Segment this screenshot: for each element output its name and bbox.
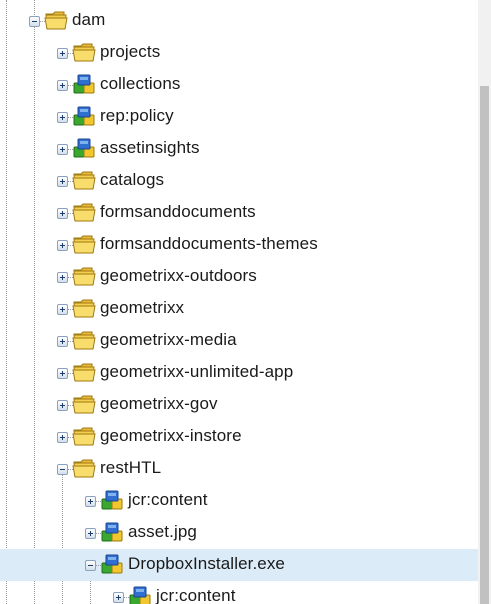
- folder-icon: [71, 265, 97, 287]
- node-icon: [127, 585, 153, 604]
- tree-node-label[interactable]: formsanddocuments: [100, 202, 256, 222]
- expand-toggle-icon[interactable]: [57, 368, 68, 379]
- folder-icon: [71, 425, 97, 447]
- tree-node-label[interactable]: geometrixx-instore: [100, 426, 242, 446]
- tree-node-label[interactable]: catalogs: [100, 170, 164, 190]
- tree-node-label[interactable]: jcr:content: [128, 490, 208, 510]
- folder-icon: [71, 329, 97, 351]
- tree-node-label[interactable]: geometrixx-unlimited-app: [100, 362, 293, 382]
- folder-icon: [71, 297, 97, 319]
- expand-toggle-icon[interactable]: [57, 240, 68, 251]
- expand-toggle-icon[interactable]: [57, 208, 68, 219]
- expand-toggle-icon[interactable]: [85, 528, 96, 539]
- tree-node-label[interactable]: DropboxInstaller.exe: [128, 554, 285, 574]
- expand-toggle-icon[interactable]: [57, 336, 68, 347]
- node-icon: [99, 553, 125, 575]
- expand-toggle-icon[interactable]: [57, 80, 68, 91]
- tree-node[interactable]: [0, 581, 478, 604]
- vertical-scrollbar[interactable]: [478, 0, 491, 604]
- tree-node-label[interactable]: geometrixx-media: [100, 330, 237, 350]
- folder-icon: [71, 201, 97, 223]
- tree-node-label[interactable]: geometrixx-gov: [100, 394, 218, 414]
- tree-node-label[interactable]: asset.jpg: [128, 522, 197, 542]
- tree-node-label[interactable]: dam: [72, 10, 105, 30]
- tree-node-label[interactable]: restHTL: [100, 458, 161, 478]
- expand-toggle-icon[interactable]: [57, 272, 68, 283]
- tree-node-label[interactable]: formsanddocuments-themes: [100, 234, 318, 254]
- tree-node-label[interactable]: jcr:content: [156, 586, 236, 604]
- expand-toggle-icon[interactable]: [113, 592, 124, 603]
- collapse-toggle-icon[interactable]: [85, 560, 96, 571]
- node-icon: [99, 489, 125, 511]
- node-icon: [99, 521, 125, 543]
- tree-node[interactable]: [0, 485, 478, 517]
- repository-tree: dam projects collections rep:policy assetins…: [0, 0, 478, 604]
- expand-toggle-icon[interactable]: [57, 112, 68, 123]
- expand-toggle-icon[interactable]: [57, 176, 68, 187]
- node-icon: [71, 137, 97, 159]
- tree-node-label[interactable]: assetinsights: [100, 138, 200, 158]
- folder-icon: [71, 393, 97, 415]
- collapse-toggle-icon[interactable]: [29, 16, 40, 27]
- node-icon: [71, 105, 97, 127]
- folder-icon: [71, 361, 97, 383]
- expand-toggle-icon[interactable]: [57, 48, 68, 59]
- expand-toggle-icon[interactable]: [57, 304, 68, 315]
- tree-node-label[interactable]: rep:policy: [100, 106, 174, 126]
- scrollbar-thumb[interactable]: [480, 86, 489, 604]
- node-icon: [71, 73, 97, 95]
- expand-toggle-icon[interactable]: [57, 144, 68, 155]
- tree-node[interactable]: [0, 517, 478, 549]
- folder-icon: [71, 457, 97, 479]
- expand-toggle-icon[interactable]: [85, 496, 96, 507]
- tree-node-label[interactable]: collections: [100, 74, 180, 94]
- tree-node-label[interactable]: geometrixx-outdoors: [100, 266, 257, 286]
- expand-toggle-icon[interactable]: [57, 432, 68, 443]
- tree-node-label[interactable]: geometrixx: [100, 298, 184, 318]
- tree-node-label[interactable]: projects: [100, 42, 160, 62]
- folder-icon: [71, 41, 97, 63]
- folder-icon: [71, 169, 97, 191]
- folder-icon: [43, 9, 69, 31]
- collapse-toggle-icon[interactable]: [57, 464, 68, 475]
- folder-icon: [71, 233, 97, 255]
- expand-toggle-icon[interactable]: [57, 400, 68, 411]
